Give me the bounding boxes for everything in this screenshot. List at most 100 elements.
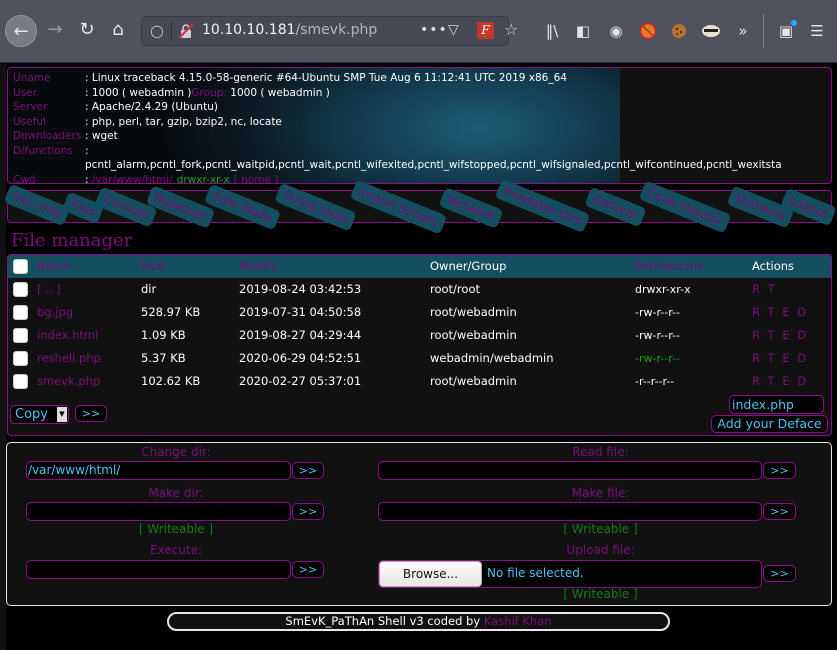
file-name-link[interactable]: reshell.php xyxy=(37,351,101,366)
select-all-checkbox[interactable] xyxy=(13,259,28,274)
badger-icon[interactable] xyxy=(700,20,722,42)
file-name-link[interactable]: bg.jpg xyxy=(37,305,73,320)
pocket-icon[interactable]: ▽ xyxy=(448,22,459,38)
gift-icon[interactable]: ▣ xyxy=(775,20,797,42)
url-separator xyxy=(171,22,172,41)
row-checkbox[interactable] xyxy=(13,282,28,297)
browser-toolbar: ← → ↻ ⌂ ◯ 10.10.10.181/smevk.php ••• ▽ F… xyxy=(0,0,837,63)
make-file-input[interactable] xyxy=(378,502,762,521)
file-permissions[interactable]: -rw-r--r-- xyxy=(635,351,680,366)
column-name[interactable]: Name xyxy=(37,259,71,274)
file-actions[interactable]: R T E D xyxy=(752,374,808,389)
execute-input[interactable] xyxy=(26,560,291,579)
file-modified: 2020-02-27 05:37:01 xyxy=(239,374,362,388)
file-owner-group: root/root xyxy=(430,282,480,296)
shield-icon[interactable]: ◯ xyxy=(149,23,165,39)
execute-go-button[interactable]: >> xyxy=(292,561,324,578)
info-value: pcntl_alarm,pcntl_fork,pcntl_waitpid,pcn… xyxy=(85,159,782,171)
file-permissions[interactable]: drwxr-xr-x xyxy=(635,282,691,297)
insecure-lock-icon[interactable] xyxy=(178,23,194,39)
column-size[interactable]: Size xyxy=(141,259,165,274)
file-permissions[interactable]: -rw-r--r-- xyxy=(635,328,680,343)
info-label: Uname xyxy=(13,72,51,84)
make-file-label: Make file: xyxy=(571,486,630,500)
file-actions[interactable]: R T E D xyxy=(752,305,808,320)
footer-author-link[interactable]: Kashif Khan xyxy=(484,614,552,628)
make-dir-go-button[interactable]: >> xyxy=(292,503,324,520)
file-actions[interactable]: R T xyxy=(752,282,777,297)
url-bar[interactable]: ◯ 10.10.10.181/smevk.php ••• ▽ F ☆ xyxy=(141,16,518,46)
home-link[interactable]: [ home ] xyxy=(234,173,279,184)
file-size: 5.37 KB xyxy=(141,351,186,365)
add-deface-button[interactable]: Add your Deface xyxy=(711,415,828,433)
info-separator: : xyxy=(85,173,92,184)
library-icon[interactable]: ‖\ xyxy=(541,20,563,42)
file-owner-group: webadmin/webadmin xyxy=(430,351,554,365)
back-button[interactable]: ← xyxy=(5,15,37,47)
reload-icon: ↻ xyxy=(79,18,95,40)
read-file-input[interactable] xyxy=(378,461,762,480)
cookie-blocker-icon[interactable] xyxy=(637,20,659,42)
extension-icon[interactable]: F xyxy=(477,22,494,39)
file-size: dir xyxy=(141,282,157,296)
home-button[interactable]: ⌂ xyxy=(103,14,133,44)
home-icon: ⌂ xyxy=(112,18,124,40)
row-checkbox[interactable] xyxy=(13,328,28,343)
upload-go-button[interactable]: >> xyxy=(763,565,796,582)
make-file-writeable-status: [ Writeable ] xyxy=(563,522,638,536)
file-manager-title: File manager xyxy=(11,230,133,251)
forward-button[interactable]: → xyxy=(40,14,70,44)
url-path: /smevk.php xyxy=(295,22,378,38)
row-checkbox[interactable] xyxy=(13,351,28,366)
browse-button[interactable]: Browse... xyxy=(379,561,482,587)
back-icon: ← xyxy=(13,20,29,42)
cwd-path-link[interactable]: /var/www/html/ xyxy=(92,173,173,184)
sidebar-icon[interactable]: ◧ xyxy=(572,20,594,42)
info-row-disabled-functions-list: pcntl_alarm,pcntl_fork,pcntl_waitpid,pcn… xyxy=(13,158,782,173)
row-checkbox[interactable] xyxy=(13,305,28,320)
bookmark-star-icon[interactable]: ☆ xyxy=(504,20,518,39)
column-owner-group: Owner/Group xyxy=(430,259,507,273)
file-owner-group: root/webadmin xyxy=(430,305,517,319)
file-modified: 2020-06-29 04:52:51 xyxy=(239,351,362,365)
read-file-label: Read file: xyxy=(572,445,629,459)
footer-text: SmEvK_PaThAn Shell v3 coded by xyxy=(285,614,484,628)
info-row-useful: Useful : php, perl, tar, gzip, bzip2, nc… xyxy=(13,115,282,130)
file-modified: 2019-07-31 04:50:58 xyxy=(239,305,362,319)
file-name-link[interactable]: index.html xyxy=(37,328,98,343)
bulk-action-go-button[interactable]: >> xyxy=(75,405,107,422)
file-name-link[interactable]: [ .. ] xyxy=(37,282,61,297)
file-permissions[interactable]: -r--r--r-- xyxy=(635,374,674,389)
file-size: 1.09 KB xyxy=(141,328,186,342)
file-permissions[interactable]: -rw-r--r-- xyxy=(635,305,680,320)
file-actions[interactable]: R T E D xyxy=(752,351,808,366)
table-row: reshell.php 5.37 KB 2020-06-29 04:52:51 web… xyxy=(8,347,831,370)
cookie-icon[interactable] xyxy=(668,20,690,42)
file-actions[interactable]: R T E D xyxy=(752,328,808,343)
overflow-icon[interactable]: » xyxy=(732,20,754,42)
file-manager-table: Name Size Modify Owner/Group Permissions… xyxy=(7,254,832,436)
file-name-link[interactable]: smevk.php xyxy=(37,374,100,389)
info-value: : php, perl, tar, gzip, bzip2, nc, locat… xyxy=(85,115,282,128)
account-icon[interactable]: ◉ xyxy=(605,20,627,42)
reload-button[interactable]: ↻ xyxy=(72,14,102,44)
menu-icon[interactable]: ☰ xyxy=(806,20,828,42)
change-dir-go-button[interactable]: >> xyxy=(292,462,324,479)
info-row-disabled-functions: D/functions : xyxy=(13,144,89,159)
column-permissions[interactable]: Permissions xyxy=(635,259,703,274)
make-file-go-button[interactable]: >> xyxy=(763,503,796,520)
row-checkbox[interactable] xyxy=(13,374,28,389)
info-value: : 1000 ( webadmin ) xyxy=(85,86,192,99)
more-icon[interactable]: ••• xyxy=(420,22,448,38)
info-label: Cwd xyxy=(13,173,36,184)
read-file-go-button[interactable]: >> xyxy=(763,462,796,479)
info-value: : wget xyxy=(85,130,118,142)
info-label: Server xyxy=(13,101,48,113)
bulk-action-select[interactable]: Copy ▼ xyxy=(10,405,69,424)
change-dir-input[interactable]: /var/www/html/ xyxy=(26,461,291,480)
make-dir-input[interactable] xyxy=(26,502,291,521)
deface-file-input[interactable]: index.php xyxy=(729,395,824,414)
column-modify[interactable]: Modify xyxy=(239,259,277,274)
url-text[interactable]: 10.10.10.181/smevk.php xyxy=(202,22,377,38)
system-info-panel: Uname : Linux traceback 4.15.0-58-generi… xyxy=(7,67,832,184)
